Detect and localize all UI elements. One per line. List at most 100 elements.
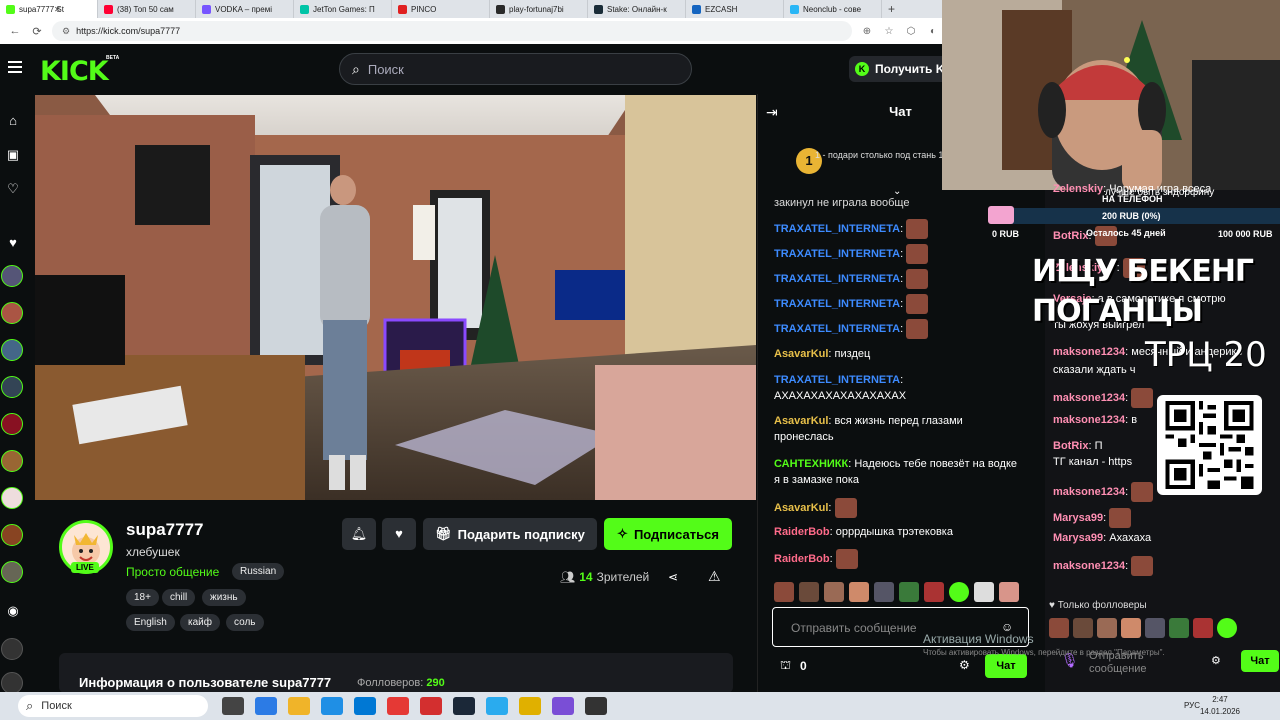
tag-chip[interactable]: 18+ [126,589,159,606]
channel-name[interactable]: supa7777 [126,520,204,540]
browser-tab[interactable]: Neonclub - сове [784,0,882,18]
site-info-icon[interactable]: ⚙ [62,26,70,37]
menu-icon[interactable] [8,61,22,73]
chat-username[interactable]: TRAXATEL_INTERNETA [774,248,900,260]
chat-emote[interactable] [906,269,929,289]
followed-channel-avatar[interactable] [1,524,23,546]
share-icon[interactable]: ⋖ [668,570,678,584]
browser-tab[interactable]: PINCO [392,0,490,18]
url-field[interactable]: ⚙ https://kick.com/supa7777 [52,21,852,41]
language-indicator[interactable]: РУС [1184,701,1200,710]
chat-emote[interactable] [834,498,857,518]
followed-channel-avatar[interactable] [1,265,23,287]
following-icon[interactable]: ♡ [4,180,22,198]
chat-username[interactable]: AsavarKul [774,348,828,360]
system-clock[interactable]: 2:47 14.01.2026 [1200,694,1240,718]
tag-chip[interactable]: соль [226,614,264,631]
kick-logo[interactable]: KICK [40,56,109,87]
followed-channel-avatar[interactable] [1,413,23,435]
chat-username[interactable]: TRAXATEL_INTERNETA [774,223,900,235]
emote-icon[interactable] [774,582,794,602]
browser-tab[interactable]: play-fortunaj7bi [490,0,588,18]
app-icon[interactable] [519,697,541,715]
browser-tab[interactable]: supa7777 St ✕ [0,0,98,18]
emote-icon[interactable] [999,582,1019,602]
tag-chip[interactable]: кайф [180,614,220,631]
file-explorer-icon[interactable] [288,697,310,715]
chat-username[interactable]: AsavarKul [774,502,828,514]
followed-channel-avatar[interactable] [1,376,23,398]
chat-username[interactable]: TRAXATEL_INTERNETA [774,298,900,310]
taskbar-search[interactable]: ⌕ Поиск [18,695,208,717]
extensions-icon[interactable]: ⬡ [904,26,918,37]
chat-emote[interactable] [835,549,858,569]
browser-tab[interactable]: (38) Топ 50 сам [98,0,196,18]
telegram-icon[interactable] [486,697,508,715]
emote-icon[interactable] [799,582,819,602]
emote-icon[interactable] [849,582,869,602]
new-tab-icon[interactable]: + [882,2,901,16]
zoom-icon[interactable]: ⊕ [860,26,874,37]
followed-channel-avatar[interactable] [1,302,23,324]
emote-icon[interactable] [824,582,844,602]
notification-button[interactable]: 🔔︎ [342,518,376,550]
emote-icon[interactable] [899,582,919,602]
profile-icon[interactable]: ◐ [926,26,940,37]
subscribe-button[interactable]: ✧ Подписаться [604,518,732,550]
home-icon[interactable]: ⌂ [4,112,22,130]
chat-username[interactable]: TRAXATEL_INTERNETA [774,273,900,285]
chat-username[interactable]: RaiderBob [774,526,830,538]
language-tag[interactable]: Russian [232,563,285,580]
discord-icon[interactable]: ◉ [4,602,22,620]
tag-chip[interactable]: chill [162,589,196,606]
chat-username[interactable]: TRAXATEL_INTERNETA [774,374,900,386]
report-icon[interactable]: ⚠ [708,568,721,585]
emote-icon[interactable] [974,582,994,602]
bookmark-star-icon[interactable]: ☆ [882,26,896,37]
steam-icon[interactable] [453,697,475,715]
chat-username[interactable]: TRAXATEL_INTERNETA [774,323,900,335]
discord-icon[interactable] [552,697,574,715]
chat-username[interactable]: AsavarKul [774,415,828,427]
gift-sub-button[interactable]: 🎁︎ Подарить подписку [423,518,597,550]
emote-icon[interactable] [874,582,894,602]
followed-channel-avatar[interactable] [1,561,23,583]
followed-channel-avatar[interactable] [1,450,23,472]
yandex-icon[interactable] [387,697,409,715]
tag-chip[interactable]: жизнь [202,589,246,606]
chat-emote[interactable] [906,294,929,314]
chat-username[interactable]: RaiderBob [774,553,830,565]
chat-username[interactable]: САНТЕХНИКК [774,458,848,470]
get-kick-button[interactable]: K Получить K [849,56,949,82]
browse-icon[interactable]: ▣ [4,146,22,164]
chat-emote[interactable] [906,219,929,239]
edge-icon[interactable] [321,697,343,715]
followed-channel-avatar[interactable] [1,487,23,509]
search-input[interactable]: ⌕ Поиск [339,53,692,85]
emote-icon[interactable] [924,582,944,602]
social-icon[interactable] [1,672,23,694]
video-player[interactable] [35,95,756,500]
task-view-icon[interactable] [222,697,244,715]
refresh-icon[interactable]: ⟳ [30,25,44,38]
tab-close-icon[interactable]: ✕ [54,5,61,14]
yandex-browser-icon[interactable] [420,697,442,715]
obs-icon[interactable] [585,697,607,715]
chat-emote[interactable] [906,319,929,339]
tag-chip[interactable]: English [126,614,175,631]
social-icon[interactable] [1,638,23,660]
stream-category[interactable]: Просто общение [126,565,219,579]
followed-channel-avatar[interactable] [1,339,23,361]
browser-tab[interactable]: Stake: Онлайн-к [588,0,686,18]
chat-emote[interactable] [906,244,929,264]
browser-tab[interactable]: VODKA – премі [196,0,294,18]
chat-send-button[interactable]: Чат [985,654,1027,678]
widgets-icon[interactable] [255,697,277,715]
browser-tab[interactable]: EZCASH [686,0,784,18]
back-icon[interactable]: ← [8,25,22,37]
mail-icon[interactable] [354,697,376,715]
follow-button[interactable]: ♥ [382,518,416,550]
emote-icon[interactable] [949,582,969,602]
browser-tab[interactable]: JetTon Games: П [294,0,392,18]
chat-settings-icon[interactable]: ⚙ [959,658,970,672]
